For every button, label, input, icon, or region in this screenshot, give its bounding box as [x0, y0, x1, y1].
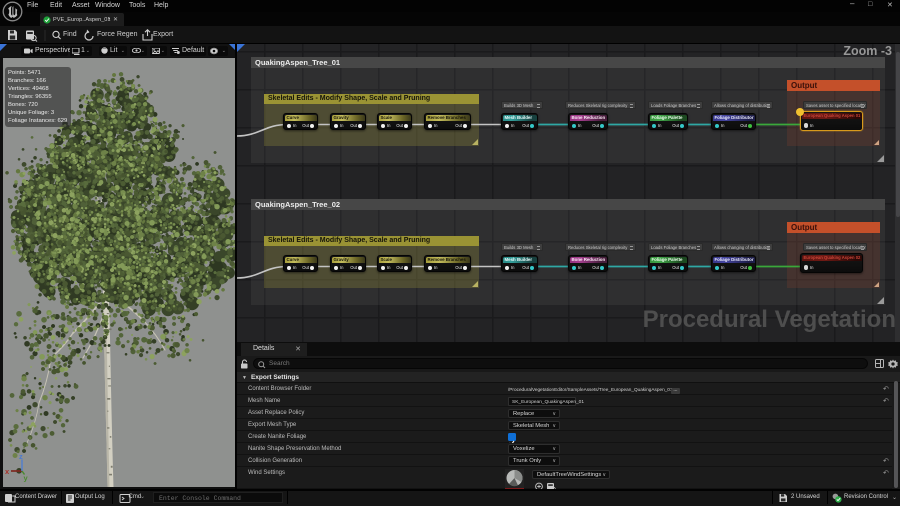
svg-text:z: z: [19, 454, 23, 461]
svg-text:x: x: [5, 467, 10, 476]
svg-text:y: y: [24, 474, 29, 483]
